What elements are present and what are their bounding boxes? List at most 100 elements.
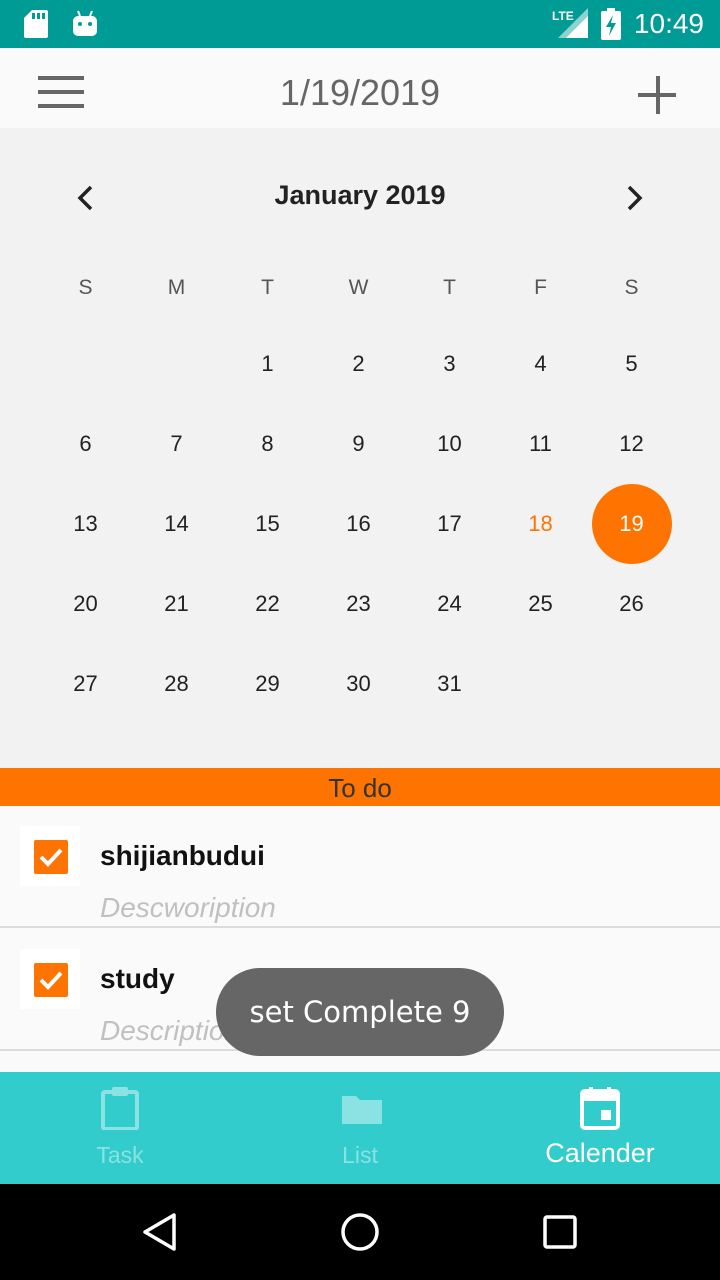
day-number: 2 [352,351,365,376]
day-number: 20 [73,591,98,616]
day-number: 8 [261,431,274,456]
system-navigation-bar [0,1184,720,1280]
calendar-day[interactable]: 1 [222,324,313,404]
calendar-day[interactable]: 8 [222,404,313,484]
status-time: 10:49 [633,8,704,39]
toast-message: set Complete 9 [216,968,504,1056]
day-number: 11 [529,431,552,456]
weekday-label: W [348,276,369,299]
clipboard-icon [101,1087,139,1130]
calendar-day[interactable]: 10 [404,404,495,484]
day-number: 26 [619,591,644,616]
empty-day-cell [40,324,131,404]
calendar-day[interactable]: 13 [40,484,131,564]
day-number: 1 [261,351,274,376]
empty-day-cell [586,644,677,724]
weekday-label: M [167,276,186,299]
day-number: 3 [443,351,456,376]
day-number: 6 [79,431,92,456]
calendar-day[interactable]: 16 [313,484,404,564]
day-number: 19 [619,511,644,536]
task-checkbox[interactable] [20,949,80,1009]
day-number: 9 [352,431,365,456]
network-type: LTE [552,9,574,23]
day-number: 4 [534,351,547,376]
calendar-day[interactable]: 9 [313,404,404,484]
calendar-day[interactable]: 18 [495,484,586,564]
day-number: 5 [625,351,638,376]
calendar: January 2019 SMTWTFS 1 2 3 4 5 6 7 8 9 10 11 12 13 14… [0,128,720,768]
day-number: 17 [437,511,462,536]
day-number: 15 [255,511,280,536]
calendar-day[interactable]: 22 [222,564,313,644]
tab-label: List [342,1142,378,1168]
day-number: 16 [346,511,371,536]
calendar-day[interactable]: 6 [40,404,131,484]
task-title: shijianbudui [100,840,265,871]
task-checkbox[interactable] [20,826,80,886]
calendar-day[interactable]: 3 [404,324,495,404]
day-number: 30 [346,671,371,696]
calendar-day[interactable]: 12 [586,404,677,484]
calendar-day[interactable]: 31 [404,644,495,724]
tab-list[interactable]: List [240,1072,480,1184]
day-number: 22 [255,591,280,616]
weekday-label: T [261,276,274,299]
list-item[interactable]: shijianbudui Descwoription [0,806,720,928]
calendar-day[interactable]: 17 [404,484,495,564]
day-grid: 1 2 3 4 5 6 7 8 9 10 11 12 13 14 15 16 17 18 19 20 21 22 23 24 2… [40,324,677,724]
calendar-day[interactable]: 11 [495,404,586,484]
day-number: 12 [619,431,644,456]
tab-calender[interactable]: Calender [480,1072,720,1184]
day-number: 14 [164,511,189,536]
recents-icon[interactable] [542,1214,578,1250]
sd-card-icon [24,10,48,38]
calendar-day[interactable]: 28 [131,644,222,724]
calendar-day[interactable]: 25 [495,564,586,644]
android-icon [73,10,97,36]
day-number: 24 [437,591,462,616]
empty-day-cell [495,644,586,724]
tab-label: Task [96,1142,144,1168]
day-number: 21 [164,591,189,616]
calendar-day[interactable]: 15 [222,484,313,564]
calendar-day[interactable]: 29 [222,644,313,724]
day-number: 13 [73,511,98,536]
page-title: 1/19/2019 [279,72,441,113]
check-icon [39,971,63,990]
day-number: 18 [528,511,553,536]
calendar-day[interactable]: 19 [586,484,677,564]
calendar-day[interactable]: 4 [495,324,586,404]
plus-icon[interactable] [636,74,680,118]
day-number: 25 [528,591,553,616]
day-number: 31 [437,671,462,696]
tab-label: Calender [545,1138,655,1168]
calendar-day[interactable]: 14 [131,484,222,564]
battery-charging-icon [600,8,621,40]
calendar-day[interactable]: 20 [40,564,131,644]
month-title: January 2019 [274,180,446,210]
calendar-day[interactable]: 7 [131,404,222,484]
calendar-day[interactable]: 24 [404,564,495,644]
calendar-icon [580,1087,620,1130]
check-icon [39,848,63,867]
day-number: 28 [164,671,189,696]
empty-day-cell [131,324,222,404]
calendar-day[interactable]: 2 [313,324,404,404]
bottom-navigation: Task List Calender [0,1072,720,1184]
calendar-day[interactable]: 5 [586,324,677,404]
back-icon[interactable] [140,1212,180,1252]
folder-icon [342,1096,382,1124]
signal-icon: LTE [552,8,588,38]
task-description: Descwoription [100,892,276,923]
tab-task[interactable]: Task [0,1072,240,1184]
calendar-day[interactable]: 26 [586,564,677,644]
calendar-day[interactable]: 30 [313,644,404,724]
weekday-label: S [624,276,639,299]
calendar-day[interactable]: 21 [131,564,222,644]
calendar-day[interactable]: 27 [40,644,131,724]
day-number: 10 [437,431,462,456]
home-icon[interactable] [340,1212,380,1252]
chevron-right-icon[interactable] [614,178,654,218]
calendar-day[interactable]: 23 [313,564,404,644]
